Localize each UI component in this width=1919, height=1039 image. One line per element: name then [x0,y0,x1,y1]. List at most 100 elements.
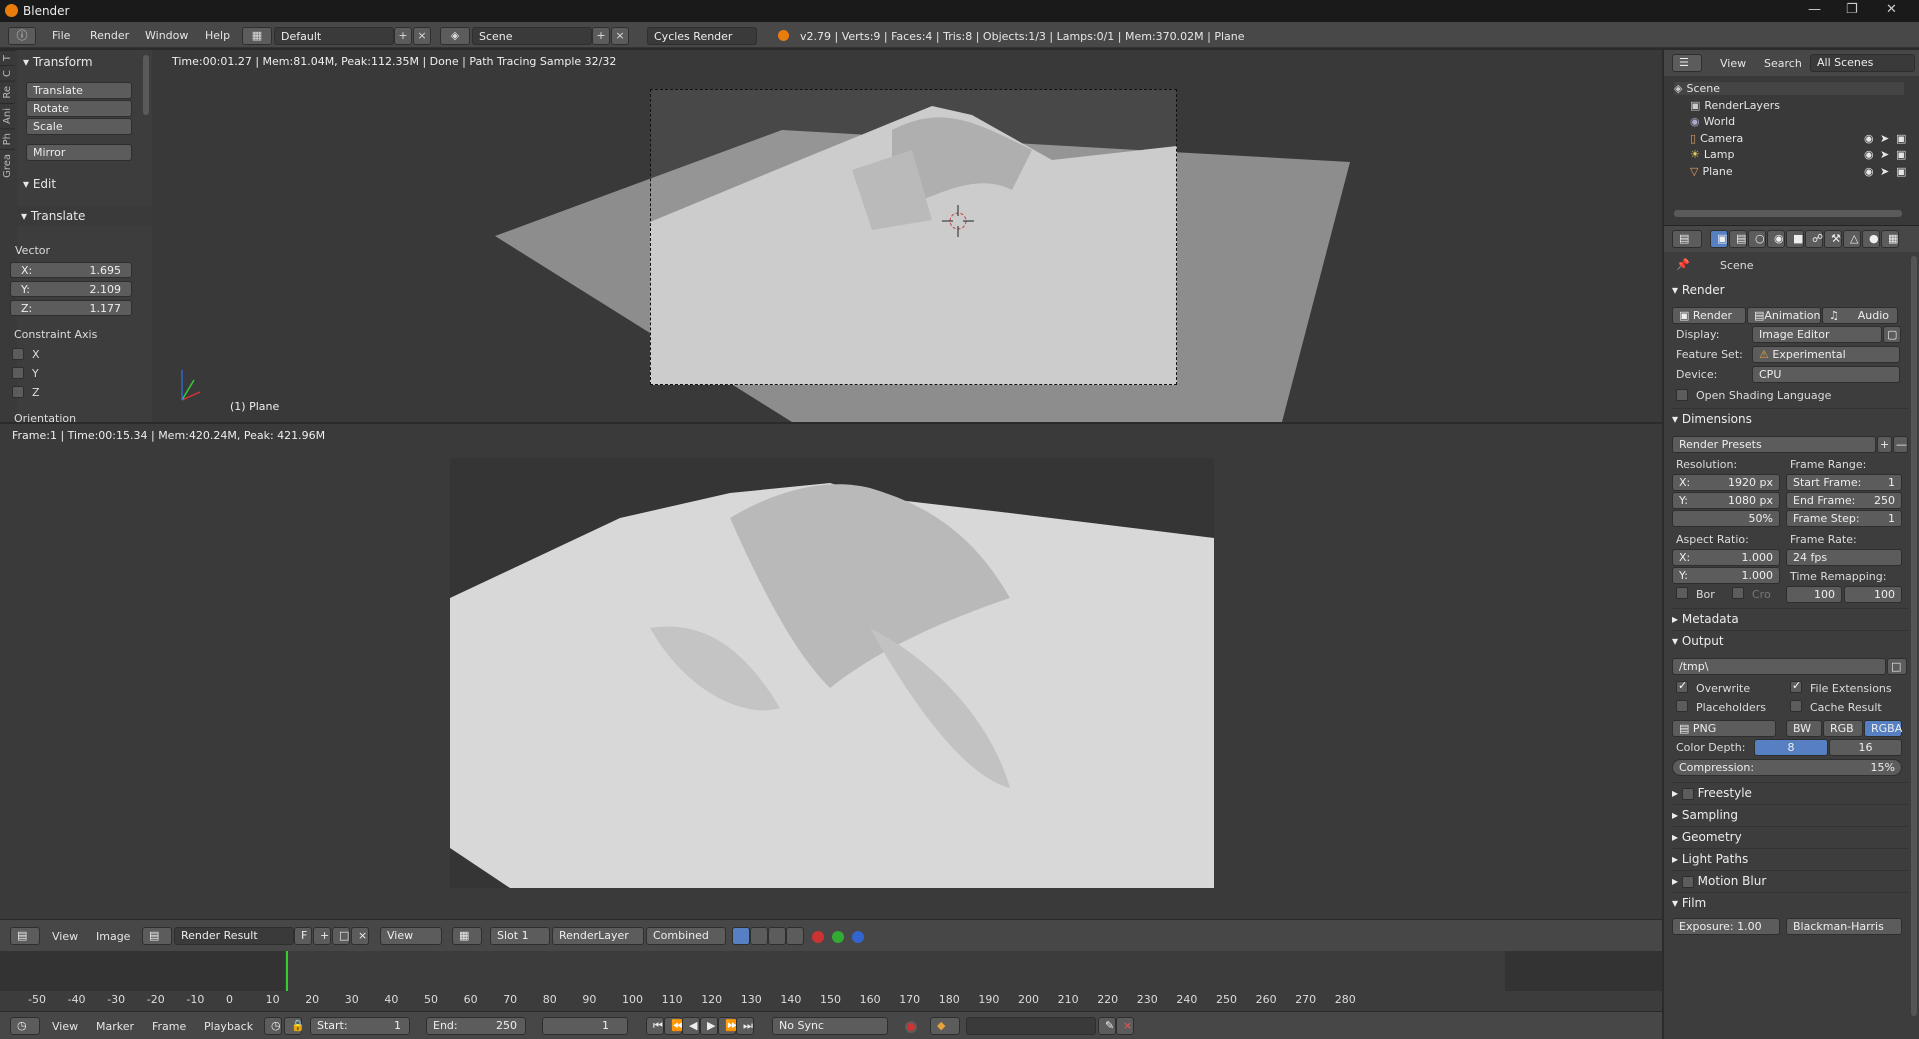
close-icon[interactable]: ✕ [1886,2,1897,17]
layout-add-icon[interactable]: + [394,27,412,45]
image-open-icon[interactable]: □ [332,927,350,945]
dimensions-panel-header[interactable]: ▾ Dimensions [1672,412,1908,426]
slot-select[interactable]: Slot 1 [490,927,550,945]
vector-x-field[interactable]: X: 1.695 [10,262,132,278]
menu-window[interactable]: Window [145,29,188,42]
render-panel-header[interactable]: ▾ Render [1672,283,1908,297]
end-frame-prop-field[interactable]: End Frame: 250 [1786,492,1902,509]
start-frame-field[interactable]: Start: 1 [310,1017,410,1035]
scene-icon[interactable]: ◈ [440,27,470,45]
output-browse-icon[interactable]: □ [1887,658,1907,675]
layout-remove-icon[interactable]: × [413,27,431,45]
render-pass-select[interactable]: Combined [646,927,726,945]
green-channel-icon[interactable] [832,931,844,943]
preview-range-icon[interactable]: ◷ [264,1017,282,1035]
tab-physics[interactable]: Ph [0,127,15,150]
film-panel-header[interactable]: ▾ Film [1672,896,1908,910]
draw-channels-z-icon[interactable] [768,927,786,945]
render-layer-select[interactable]: RenderLayer [552,927,644,945]
properties-editor[interactable]: ▤ ▣ ▤ ○ ◉ ■ ☍ ⚒ △ ● ▦ 📌 Scene ▾ Render ▣… [1664,225,1919,1039]
tab-render-layers-icon[interactable]: ▤ [1729,230,1747,248]
layout-field[interactable]: Default [274,27,394,45]
placeholders-checkbox[interactable] [1676,700,1688,712]
image-unlink-icon[interactable]: × [351,927,369,945]
play-reverse-icon[interactable]: ◀ [682,1017,700,1035]
lock-range-icon[interactable]: 🔒 [284,1017,305,1035]
jump-prev-key-icon[interactable]: ⏪ [664,1017,685,1035]
tab-world-icon[interactable]: ◉ [1767,230,1785,248]
frame-rate-select[interactable]: 24 fps [1786,549,1902,566]
cache-result-checkbox[interactable] [1790,700,1802,712]
geometry-panel-header[interactable]: ▸ Geometry [1672,830,1908,844]
outliner-item[interactable]: ▯ Camera ◉ ➤ ▣ [1690,132,1919,145]
image-new-icon[interactable]: + [313,927,331,945]
overwrite-checkbox[interactable] [1676,679,1688,693]
current-frame-field[interactable]: 1 [542,1017,628,1035]
color-mode-bw[interactable]: BW [1786,720,1822,737]
properties-scrollbar[interactable] [1911,256,1917,1016]
output-panel-header[interactable]: ▾ Output [1672,634,1908,648]
menu-help[interactable]: Help [205,29,230,42]
feature-set-select[interactable]: ⚠ Experimental [1752,346,1900,363]
device-select[interactable]: CPU [1752,366,1900,383]
remap-new-field[interactable]: 100 [1844,586,1902,603]
end-frame-field[interactable]: End: 250 [426,1017,526,1035]
render-still-button[interactable]: ▣ Render [1672,307,1746,324]
light-paths-panel-header[interactable]: ▸ Light Paths [1672,852,1908,866]
color-mode-rgba[interactable]: RGBA [1864,720,1902,737]
image-editor[interactable]: Frame:1 | Time:00:15.34 | Mem:420.24M, P… [0,424,1662,919]
timeline[interactable]: -50 -40 -30 -20 -10 0 10 20 30 40 50 60 70 80 90 100 110… [0,951,1662,1011]
restore-icon[interactable]: ❐ [1846,2,1858,17]
constraint-y-checkbox[interactable] [12,367,24,379]
tab-create[interactable]: C [0,65,15,82]
border-checkbox[interactable] [1676,587,1688,599]
play-icon[interactable]: ▶ [700,1017,718,1035]
crop-checkbox[interactable] [1732,587,1744,599]
timeline-menu-view[interactable]: View [52,1020,78,1033]
keying-set-field[interactable] [966,1017,1096,1035]
image-browse-icon[interactable]: ▤ [142,927,172,945]
tab-animation[interactable]: Ani [0,102,15,128]
menu-image[interactable]: Image [96,930,130,943]
freestyle-panel-header[interactable]: ▸ Freestyle [1672,786,1908,800]
freestyle-checkbox[interactable] [1681,787,1694,800]
outliner-display-select[interactable]: All Scenes [1810,54,1915,72]
preset-add-icon[interactable]: + [1877,436,1892,453]
current-frame-indicator[interactable] [286,951,288,991]
resolution-x-field[interactable]: X: 1920 px [1672,474,1780,491]
motion-blur-checkbox[interactable] [1681,875,1694,888]
file-extensions-checkbox[interactable] [1790,679,1802,693]
scene-add-icon[interactable]: + [592,27,610,45]
visibility-eye-icon[interactable]: ◉ [1864,148,1874,161]
vector-z-field[interactable]: Z: 1.177 [10,300,132,316]
transform-panel-header[interactable]: ▾ Transform [17,52,152,72]
pin-icon[interactable]: 📌 [1676,258,1690,271]
scene-field[interactable]: Scene [472,27,592,45]
selectable-arrow-icon[interactable]: ➤ [1880,165,1889,178]
outliner-item[interactable]: ▽ Plane ◉ ➤ ▣ [1690,165,1919,178]
menu-render[interactable]: Render [90,29,129,42]
remap-old-field[interactable]: 100 [1786,586,1842,603]
metadata-panel-header[interactable]: ▸ Metadata [1672,612,1908,626]
visibility-eye-icon[interactable]: ◉ [1864,132,1874,145]
tab-grease-pencil[interactable]: Grea [0,149,15,183]
resolution-percent-field[interactable]: 50% [1672,510,1780,527]
editor-type-info-icon[interactable]: ⓘ [8,27,36,45]
draw-channels-rgb-icon[interactable] [732,927,750,945]
aspect-x-field[interactable]: X: 1.000 [1672,549,1780,566]
sync-mode-select[interactable]: No Sync [772,1017,888,1035]
tab-data-icon[interactable]: △ [1843,230,1861,248]
tab-tools[interactable]: T [0,50,15,66]
color-mode-rgb[interactable]: RGB [1823,720,1863,737]
menu-view[interactable]: View [52,930,78,943]
red-channel-icon[interactable] [812,931,824,943]
selectable-arrow-icon[interactable]: ➤ [1880,148,1889,161]
render-audio-button[interactable]: ♫ Audio [1822,307,1898,324]
preset-remove-icon[interactable]: — [1893,436,1908,453]
constraint-z-checkbox[interactable] [12,386,24,398]
timeline-menu-marker[interactable]: Marker [96,1020,134,1033]
menu-file[interactable]: File [52,29,70,42]
renderable-camera-icon[interactable]: ▣ [1896,132,1906,145]
tab-relations[interactable]: Re [0,81,15,103]
display-window-icon[interactable]: ▢ [1883,326,1901,343]
